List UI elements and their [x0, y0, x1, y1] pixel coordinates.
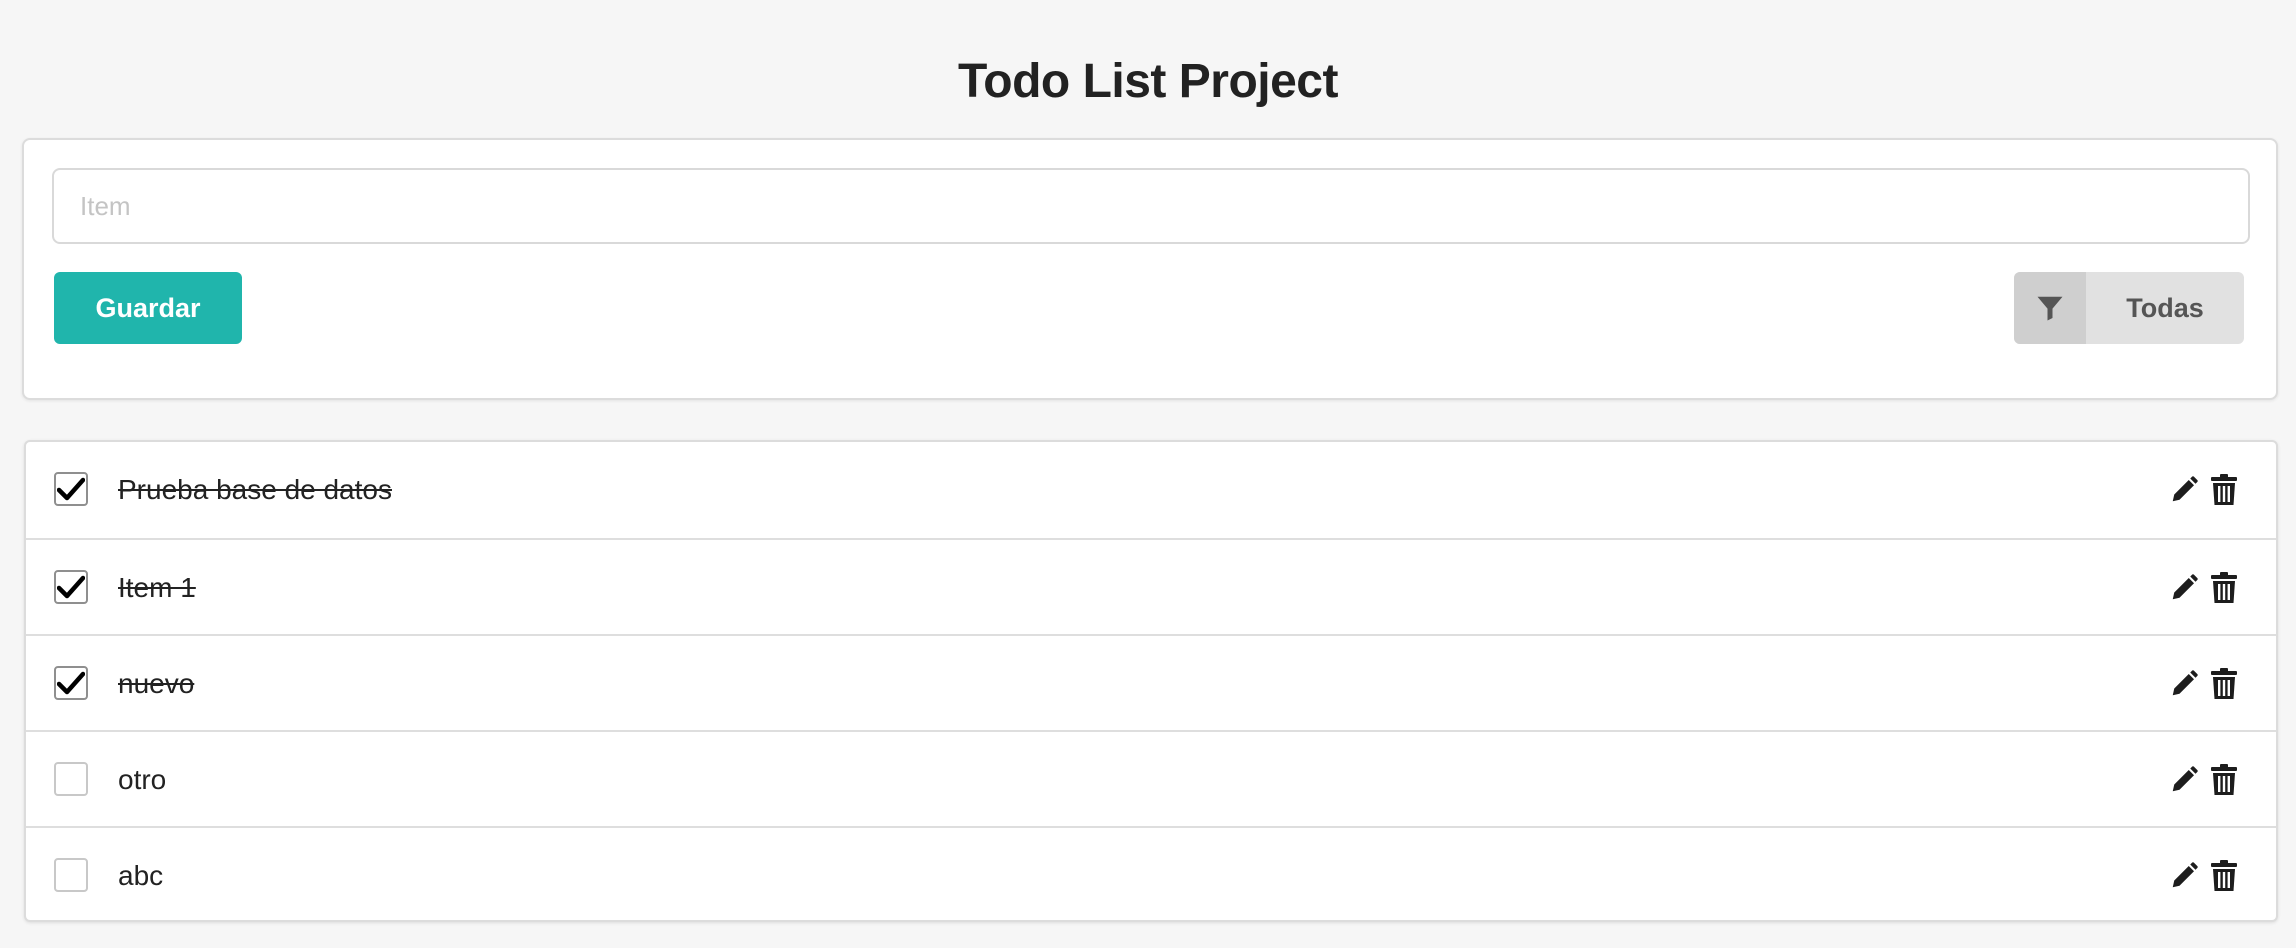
todo-checkbox[interactable]	[54, 762, 88, 796]
trash-icon[interactable]	[2206, 762, 2242, 798]
pencil-icon[interactable]	[2166, 570, 2202, 606]
todo-text: Item 1	[118, 572, 196, 603]
todo-text: nuevo	[118, 668, 195, 699]
pencil-icon[interactable]	[2166, 666, 2202, 702]
filter-icon	[2014, 272, 2086, 344]
trash-icon[interactable]	[2206, 472, 2242, 508]
save-button[interactable]: Guardar	[54, 272, 242, 344]
filter-label: Todas	[2126, 292, 2204, 323]
todo-checkbox[interactable]	[54, 472, 88, 506]
trash-icon[interactable]	[2206, 858, 2242, 894]
pencil-icon[interactable]	[2166, 762, 2202, 798]
todo-item: Item 1	[26, 538, 2276, 634]
checkmark-icon	[57, 575, 85, 599]
todo-list: Prueba base de datos Item 1 nuevo otro a…	[24, 440, 2278, 922]
todo-checkbox[interactable]	[54, 858, 88, 892]
new-item-form: Guardar Todas	[22, 138, 2278, 400]
todo-item: nuevo	[26, 634, 2276, 730]
pencil-icon[interactable]	[2166, 858, 2202, 894]
todo-text: otro	[118, 764, 167, 795]
page-title: Todo List Project	[958, 55, 1338, 108]
todo-text: Prueba base de datos	[118, 474, 392, 505]
trash-icon[interactable]	[2206, 666, 2242, 702]
checkmark-icon	[57, 671, 85, 695]
todo-checkbox[interactable]	[54, 666, 88, 700]
todo-item: otro	[26, 730, 2276, 826]
filter-dropdown-button[interactable]: Todas	[2014, 272, 2244, 344]
trash-icon[interactable]	[2206, 570, 2242, 606]
checkmark-icon	[57, 477, 85, 501]
todo-text: abc	[118, 860, 164, 891]
todo-item: Prueba base de datos	[26, 442, 2276, 538]
todo-item: abc	[26, 826, 2276, 920]
todo-checkbox[interactable]	[54, 570, 88, 604]
pencil-icon[interactable]	[2166, 472, 2202, 508]
item-input[interactable]	[52, 168, 2250, 244]
